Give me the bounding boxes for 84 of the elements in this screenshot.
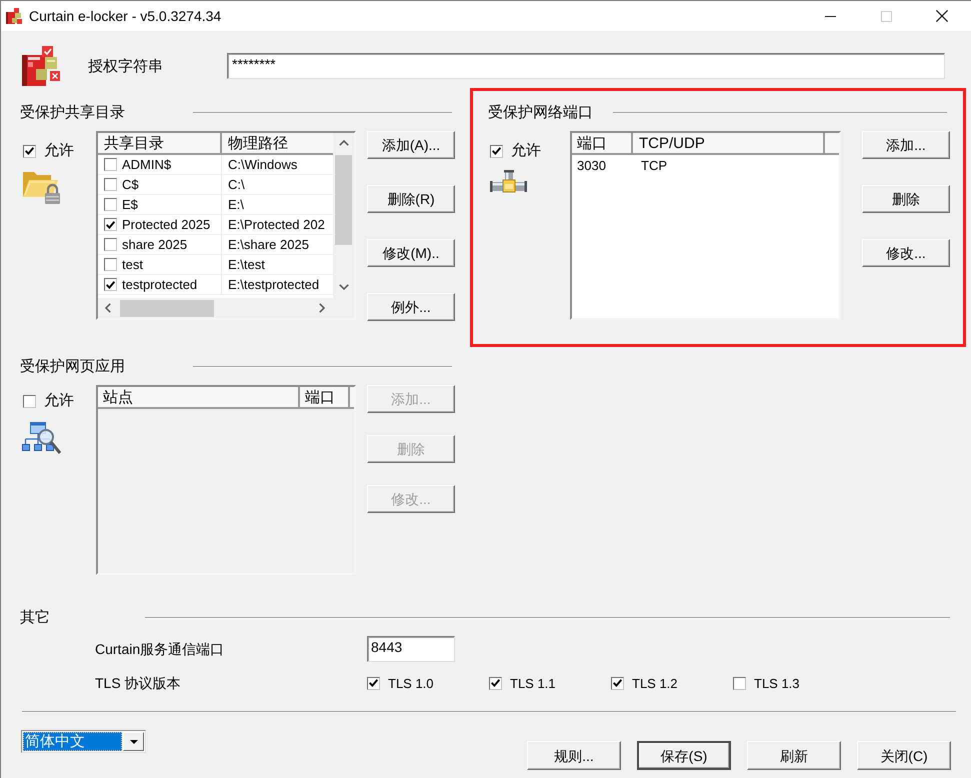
sitemap-search-icon — [22, 422, 62, 456]
checkbox[interactable] — [23, 144, 36, 158]
chevron-down-icon — [338, 284, 348, 290]
table-cell: Protected 2025 — [122, 218, 210, 231]
table-cell: E$ — [122, 198, 138, 211]
scrollbar-thumb[interactable] — [335, 155, 352, 245]
service-port-label: Curtain服务通信端口 — [95, 642, 224, 656]
checkbox[interactable] — [23, 394, 36, 408]
table-cell: share 2025 — [122, 238, 188, 251]
save-button[interactable]: 保存(S) — [637, 741, 731, 770]
cabinet-icon — [22, 46, 62, 86]
checkbox[interactable] — [104, 178, 117, 191]
exceptions-button[interactable]: 例外... — [367, 293, 455, 321]
checkbox-label: TLS 1.1 — [510, 676, 556, 690]
table-cell: test — [122, 258, 143, 271]
app-icon — [6, 8, 22, 24]
checkbox[interactable] — [104, 198, 117, 211]
table-cell: C:\ — [228, 178, 245, 191]
section-title: 受保护网络端口 — [488, 104, 593, 122]
column-header[interactable]: 物理路径 — [228, 133, 288, 153]
edit-button[interactable]: 修改... — [862, 239, 950, 267]
checkbox-label: TLS 1.0 — [388, 676, 434, 690]
checkbox-label: TLS 1.3 — [754, 676, 800, 690]
checkbox[interactable] — [489, 676, 502, 690]
section-title: 受保护共享目录 — [20, 104, 125, 122]
checkbox[interactable] — [104, 258, 117, 271]
horizontal-scrollbar[interactable] — [98, 298, 333, 318]
check-icon — [106, 280, 115, 288]
check-icon — [491, 679, 500, 687]
vertical-scrollbar[interactable] — [333, 133, 354, 298]
column-header[interactable]: 共享目录 — [104, 133, 164, 153]
checkbox[interactable] — [611, 676, 624, 690]
dropdown-arrow-button[interactable] — [123, 732, 144, 751]
tls-version-label: TLS 协议版本 — [95, 676, 181, 690]
delete-button[interactable]: 删除 — [862, 185, 950, 213]
table-cell: C$ — [122, 178, 139, 191]
checkbox[interactable] — [367, 676, 380, 690]
check-icon — [492, 147, 501, 155]
language-dropdown[interactable]: 简体中文 — [21, 730, 146, 753]
table-cell: E:\testprotected — [228, 278, 320, 291]
checkbox[interactable] — [733, 676, 746, 690]
check-icon — [106, 220, 115, 228]
license-label: 授权字符串 — [88, 58, 163, 74]
table-cell: TCP — [641, 158, 667, 172]
checkbox[interactable] — [104, 218, 117, 231]
checkbox[interactable] — [104, 238, 117, 251]
window-title: Curtain e-locker - v5.0.3274.34 — [29, 9, 222, 23]
table-cell: C:\Windows — [228, 158, 298, 171]
close-dialog-button[interactable]: 关闭(C) — [857, 741, 951, 770]
edit-button[interactable]: 修改(M).. — [367, 239, 455, 267]
column-header[interactable]: TCP/UDP — [639, 133, 705, 153]
checkbox-label: 允许 — [44, 143, 74, 159]
delete-button[interactable]: 删除(R) — [367, 185, 455, 213]
table-cell: 3030 — [577, 158, 606, 172]
checkbox-label: 允许 — [511, 143, 541, 159]
add-button[interactable]: 添加... — [862, 131, 950, 159]
table-cell: E:\Protected 202 — [228, 218, 325, 231]
chevron-up-icon — [338, 140, 348, 146]
table-cell: E:\ — [228, 198, 244, 211]
column-header[interactable]: 端口 — [577, 133, 607, 153]
scrollbar-thumb[interactable] — [120, 300, 214, 316]
table-cell: E:\share 2025 — [228, 238, 309, 251]
table-cell: ADMIN$ — [122, 158, 172, 171]
section-title: 其它 — [20, 609, 50, 627]
service-port-field[interactable]: 8443 — [367, 636, 455, 662]
table-cell: testprotected — [122, 278, 198, 291]
caret-icon — [130, 740, 138, 744]
chevron-left-icon — [105, 303, 111, 313]
license-field[interactable]: ******** — [227, 53, 945, 79]
checkbox-label: 允许 — [44, 393, 74, 409]
checkbox[interactable] — [104, 278, 117, 291]
pipe-junction-icon — [490, 170, 527, 193]
chevron-right-icon — [319, 303, 325, 313]
check-icon — [25, 147, 34, 155]
checkbox-label: TLS 1.2 — [632, 676, 678, 690]
checkbox[interactable] — [104, 158, 117, 171]
add-button[interactable]: 添加(A)... — [367, 131, 455, 159]
table-cell: E:\test — [228, 258, 265, 271]
section-title: 受保护网页应用 — [20, 358, 125, 376]
checkbox[interactable] — [490, 144, 503, 158]
check-icon — [613, 679, 622, 687]
refresh-button[interactable]: 刷新 — [747, 741, 841, 770]
check-icon — [369, 679, 378, 687]
rules-button[interactable]: 规则... — [527, 741, 621, 770]
